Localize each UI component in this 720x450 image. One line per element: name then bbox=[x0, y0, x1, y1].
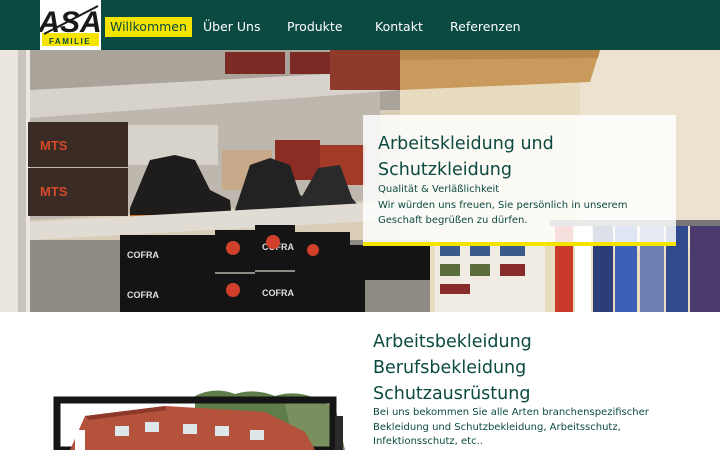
building-photo bbox=[45, 386, 355, 450]
box-label-cofra-2: COFRA bbox=[127, 290, 159, 300]
nav-item-willkommen[interactable]: Willkommen bbox=[105, 17, 192, 37]
hero-text-card: Arbeitskleidung und Schutzkleidung Quali… bbox=[363, 115, 676, 246]
hero-text: Wir würden uns freuen, Sie persönlich in… bbox=[378, 200, 628, 226]
nav-item-ueber-uns[interactable]: Über Uns bbox=[203, 17, 260, 37]
box-label-cofra-4: COFRA bbox=[262, 288, 294, 298]
lower-heading-1: Arbeitsbekleidung bbox=[373, 332, 532, 352]
logo-graphic: ASA FAMILIE bbox=[40, 0, 101, 50]
box-label-mts-1: MTS bbox=[40, 138, 68, 153]
building-photo-graphic bbox=[45, 386, 355, 450]
logo-text-bottom: FAMILIE bbox=[49, 37, 91, 46]
hero-banner: MTS MTS COFRA COFRA COFRA COFRA Arbeitsk… bbox=[0, 50, 720, 312]
lower-heading-2: Berufsbekleidung bbox=[373, 358, 527, 378]
lower-heading-3: Schutzausrüstung bbox=[373, 384, 531, 404]
hero-subtitle: Qualität & Verläßlichkeit bbox=[378, 184, 500, 195]
logo-text-top: ASA bbox=[40, 6, 101, 39]
box-label-mts-2: MTS bbox=[40, 184, 68, 199]
asa-logo[interactable]: ASA FAMILIE bbox=[40, 0, 101, 50]
nav-item-referenzen[interactable]: Referenzen bbox=[450, 17, 521, 37]
hero-title: Arbeitskleidung und Schutzkleidung bbox=[378, 134, 554, 180]
hero-accent-bar bbox=[363, 242, 676, 246]
lower-description: Bei uns bekommen Sie alle Arten branchen… bbox=[373, 407, 649, 447]
nav-item-produkte[interactable]: Produkte bbox=[287, 17, 343, 37]
nav-item-kontakt[interactable]: Kontakt bbox=[375, 17, 423, 37]
box-label-cofra-1: COFRA bbox=[127, 250, 159, 260]
top-navigation: ASA FAMILIE Willkommen Über Uns Produkte… bbox=[0, 0, 720, 50]
